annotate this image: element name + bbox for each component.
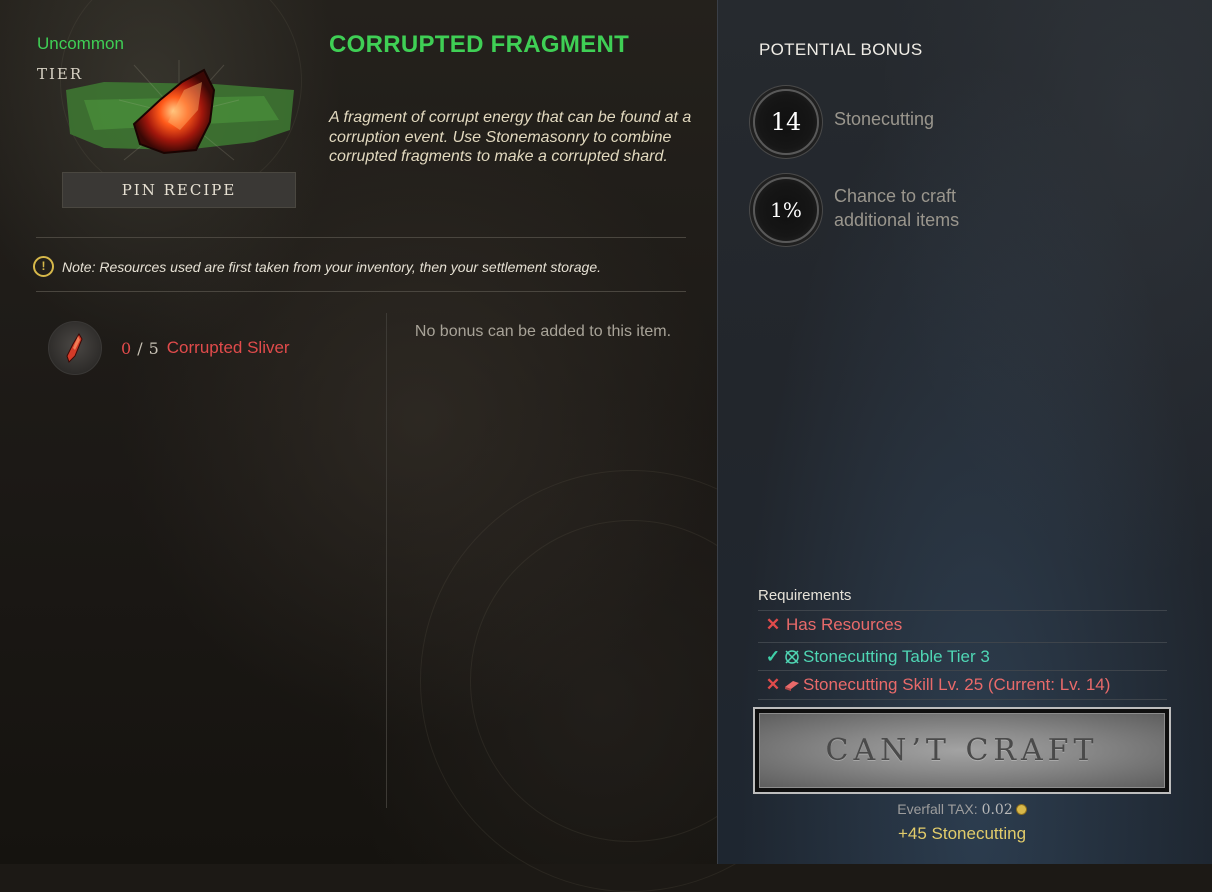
note-text: Note: Resources used are first taken fro… xyxy=(62,258,601,275)
skill-level-badge: 14 xyxy=(753,89,819,155)
divider xyxy=(36,291,686,292)
crafting-station-icon xyxy=(785,650,799,664)
requirement-text: Stonecutting Table Tier 3 xyxy=(803,647,990,666)
craft-button[interactable]: CAN’T CRAFT xyxy=(753,707,1171,794)
resource-count: 0/5 xyxy=(121,339,159,358)
skill-icon xyxy=(785,681,799,691)
requirement-text: Has Resources xyxy=(786,615,903,634)
requirement-row: ✕ Stonecutting Skill Lv. 25 (Current: Lv… xyxy=(758,670,1167,700)
requirement-text: Stonecutting Skill Lv. 25 (Current: Lv. … xyxy=(803,675,1111,694)
corrupted-sliver-icon xyxy=(66,333,83,363)
resource-separator: / xyxy=(137,338,143,358)
corrupted-fragment-icon xyxy=(66,60,294,161)
resource-slot[interactable] xyxy=(48,321,102,375)
extra-items-value: 1% xyxy=(770,198,802,222)
divider xyxy=(36,237,686,238)
resource-name: Corrupted Sliver xyxy=(166,338,290,357)
tax-value: 0.02 xyxy=(981,802,1013,818)
item-title: CORRUPTED FRAGMENT xyxy=(329,31,630,58)
check-icon: ✓ xyxy=(765,647,781,666)
skill-level-value: 14 xyxy=(770,108,802,136)
column-divider xyxy=(386,313,387,808)
extra-items-label: Chance to craft additional items xyxy=(834,186,960,230)
skill-bonus-label: Stonecutting xyxy=(834,109,935,129)
coin-icon xyxy=(1015,804,1027,815)
resource-need: 5 xyxy=(148,338,159,358)
resource-row[interactable]: 0/5 Corrupted Sliver xyxy=(48,321,290,375)
tax-label: Everfall TAX: xyxy=(897,801,978,817)
recipe-panel: Uncommon TIER PIN RECIPE CORRUPTED FRAGM… xyxy=(0,0,842,892)
pin-recipe-button[interactable]: PIN RECIPE xyxy=(62,172,296,208)
fail-icon: ✕ xyxy=(765,675,781,694)
fail-icon: ✕ xyxy=(765,615,781,634)
item-description: A fragment of corrupt energy that can be… xyxy=(329,109,692,165)
potential-bonus-title: POTENTIAL BONUS xyxy=(759,40,923,59)
item-rarity: Uncommon xyxy=(37,34,124,53)
exclamation-icon: ! xyxy=(33,256,54,277)
craft-button-label: CAN’T CRAFT xyxy=(759,713,1165,788)
no-bonus-text: No bonus can be added to this item. xyxy=(414,323,672,340)
extra-items-badge: 1% xyxy=(753,177,819,243)
requirement-row: ✕ Has Resources xyxy=(758,610,1167,639)
crafting-xp-bonus: +45 Stonecutting xyxy=(897,824,1027,843)
requirements-title: Requirements xyxy=(758,587,852,604)
requirement-row: ✓ Stonecutting Table Tier 3 xyxy=(758,642,1167,671)
tax-row: Everfall TAX: 0.02 xyxy=(753,801,1171,818)
resource-note: ! Note: Resources used are first taken f… xyxy=(33,256,601,277)
resource-have: 0 xyxy=(121,338,132,358)
